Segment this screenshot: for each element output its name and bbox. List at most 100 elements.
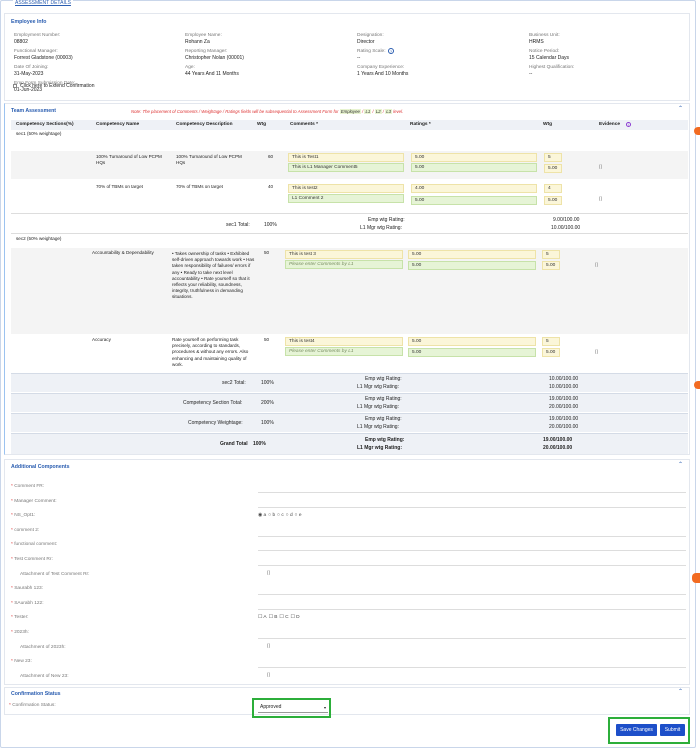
sec1-row-2-emp-rating[interactable]: 4.00 — [411, 184, 537, 193]
sec1-row-2-l1-rating[interactable]: 5.00 — [411, 196, 537, 205]
sec1-row-1-wtg: 60 — [268, 154, 274, 159]
emp-field-value: 31-May-2023 — [14, 71, 44, 77]
col-wtg-2: Wtg — [543, 122, 553, 127]
additional-field-input[interactable] — [258, 536, 686, 537]
placement-note: Note: The placement of Comments / Weight… — [131, 109, 404, 114]
sec1-row-1-emp-rating[interactable]: 5.00 — [411, 153, 537, 162]
emp-field-value: Director — [357, 39, 375, 45]
attachment-icon[interactable]: ⌷ — [599, 165, 603, 172]
sec2-row-2-emp-rating[interactable]: 5.00 — [408, 337, 536, 346]
emp-field-label: Business Unit: — [529, 33, 560, 38]
sec2-row-1-emp-comment[interactable]: This is test 3 — [285, 250, 403, 259]
sec1-row-2-wtg: 40 — [268, 184, 274, 189]
attachment-icon[interactable]: ⌷ — [595, 263, 599, 270]
additional-field-input[interactable] — [258, 638, 686, 639]
attachment-icon[interactable]: ⌷ — [267, 673, 271, 680]
emp-field-value: HRMS — [529, 39, 544, 45]
additional-field-input[interactable] — [258, 565, 686, 566]
section-total-row — [11, 393, 688, 412]
additional-field-input[interactable] — [258, 594, 686, 595]
emp-field-label: Company Experience: — [357, 65, 405, 70]
attachment-icon[interactable]: ⌷ — [595, 350, 599, 357]
sec1-row-1-l1-comment[interactable]: This is L1 Manager Comment5 — [288, 163, 404, 172]
sec2-total-label: sec2 Total: — [222, 380, 246, 386]
radio-option[interactable]: ○ e — [295, 513, 302, 518]
additional-field-input[interactable] — [258, 609, 686, 610]
checkbox-option[interactable]: ☐ A — [258, 615, 267, 620]
additional-field-label: * Saurabh 123: — [11, 586, 44, 591]
sec2-row-1-emp-rating[interactable]: 5.00 — [408, 250, 536, 259]
section-total-label: Competency Section Total: — [183, 400, 243, 406]
sec1-row-2-l1-comment[interactable]: L1 Comment 2 — [288, 194, 404, 203]
side-tab[interactable] — [694, 381, 700, 389]
checkbox-option[interactable]: ☐ C — [279, 615, 288, 620]
side-tab[interactable] — [694, 127, 700, 135]
sec1-row-1-emp-comment[interactable]: This is Test1 — [288, 153, 404, 162]
confirmation-status-section: Confirmation Status ⌃ — [4, 687, 690, 715]
sec2-row-1-l1-wtg: 5.00 — [542, 261, 560, 270]
submit-button[interactable]: Submit — [660, 724, 685, 736]
emp-field-value: -- — [529, 71, 533, 77]
sec2-row-1-l1-comment[interactable]: Please enter Comments by L1 — [285, 260, 403, 269]
radio-option[interactable]: ○ d — [286, 513, 293, 518]
additional-field-input[interactable] — [258, 507, 686, 508]
emp-field-value: -- — [357, 55, 361, 61]
sec2-row-2-name: Accuracy — [92, 337, 111, 342]
sec2-row-1-l1-rating[interactable]: 5.00 — [408, 261, 536, 270]
sec1-row-2-name: 70% of TBMs on target — [96, 184, 143, 189]
emp-field-label: Employment Number: — [14, 33, 61, 38]
employee-info-title[interactable]: Employee Info — [11, 19, 46, 25]
sec2-row-1-desc: • Takes ownership of tasks • Exhibited s… — [172, 251, 255, 300]
additional-field-input[interactable] — [258, 550, 686, 551]
emp-field-value: 44 Years And 11 Months — [185, 71, 239, 77]
weightage-row — [11, 413, 688, 432]
sec1-l1-val: 10.00/100.00 — [551, 225, 581, 231]
checkbox-group[interactable]: ☐ A ☐ B ☐ C ☐ D — [258, 615, 302, 620]
emp-field-label: Notice Period: — [529, 49, 560, 54]
section-total-emp-label: Emp wtg Rating: — [365, 396, 402, 402]
col-competency-description: Competency Description — [176, 122, 233, 127]
side-tab[interactable] — [692, 573, 700, 583]
additional-field-input[interactable] — [258, 667, 686, 668]
col-ratings: Ratings * — [410, 122, 431, 127]
attachment-icon[interactable]: ⌷ — [599, 197, 603, 204]
additional-field-label: * NS_Opt1: — [11, 513, 36, 518]
radio-option[interactable]: ◉ a — [258, 513, 266, 518]
attachment-icon[interactable]: ⌷ — [267, 644, 271, 651]
weightage-l1-val: 20.00/100.00 — [549, 424, 579, 430]
additional-field-label: * Test Comment Rr: — [11, 557, 53, 562]
sec1-row-1-l1-rating[interactable]: 5.00 — [411, 163, 537, 172]
sec1-row-1-desc: 100% Turnaround of Low PCPM HQs — [176, 154, 242, 166]
attachment-icon[interactable]: ⌷ — [267, 571, 271, 578]
sec2-row-2-l1-rating[interactable]: 5.00 — [408, 348, 536, 357]
emp-field-label: Highest Qualification: — [529, 65, 575, 70]
radio-option[interactable]: ○ c — [277, 513, 284, 518]
emp-field-label: Designation: — [357, 33, 384, 38]
radio-option[interactable]: ○ b — [268, 513, 275, 518]
confirmation-status-title[interactable]: Confirmation Status — [11, 691, 61, 697]
extend-confirmation-checkbox[interactable] — [13, 84, 17, 88]
sec1-row-1-emp-wtg: 5 — [544, 153, 562, 162]
additional-components-title[interactable]: Additional Components — [11, 464, 70, 470]
sec2-row-2-l1-comment[interactable]: Please enter Comments by L1 — [285, 347, 403, 356]
divider — [11, 213, 688, 214]
confirmation-status-label: * Confirmation Status: — [9, 703, 56, 708]
chevron-up-icon[interactable]: ⌃ — [678, 461, 683, 468]
chevron-up-icon[interactable]: ⌃ — [678, 105, 683, 112]
sec1-row-2-emp-comment[interactable]: This is test2 — [288, 184, 404, 193]
checkbox-option[interactable]: ☐ D — [291, 615, 300, 620]
help-icon[interactable]: ? — [388, 48, 394, 54]
section-total-l1-val: 20.00/100.00 — [549, 404, 579, 410]
extend-confirmation-label[interactable]: Click here to Extend Confirmation — [20, 83, 94, 89]
radio-group[interactable]: ◉ a ○ b ○ c ○ d ○ e — [258, 513, 304, 518]
additional-field-input[interactable] — [258, 492, 686, 493]
save-changes-button[interactable]: Save Changes — [616, 724, 657, 736]
team-assessment-title[interactable]: Team Assessment — [11, 108, 56, 114]
info-icon[interactable]: i — [626, 122, 631, 127]
sec1-total-pct: 100% — [264, 222, 277, 228]
employee-info-section: Employee Info Employment Number: 08802 Emp… — [4, 13, 690, 101]
confirmation-status-select[interactable]: Approved ▾ — [258, 702, 328, 713]
checkbox-option[interactable]: ☐ B — [269, 615, 278, 620]
chevron-up-icon[interactable]: ⌃ — [678, 688, 683, 695]
sec2-row-2-emp-comment[interactable]: This is test4 — [285, 337, 403, 346]
